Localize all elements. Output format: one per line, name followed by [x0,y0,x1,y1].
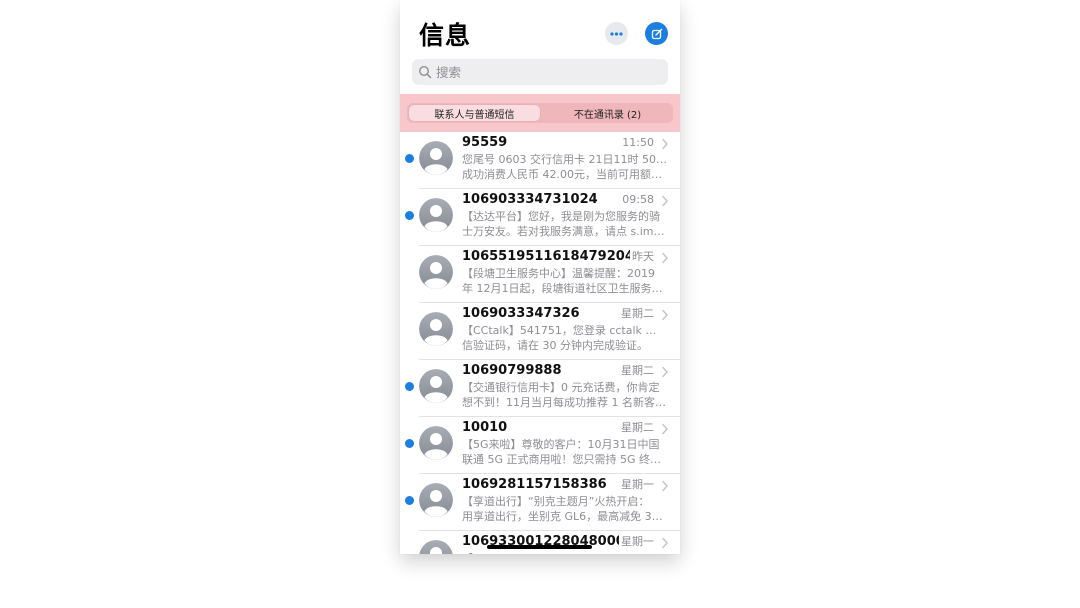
avatar [419,198,453,232]
message-preview: 【段塘卫生服务中心】温馨提醒：2019 年 12月1日起，段塘街道社区卫生服务… [462,266,667,296]
chevron-right-icon [661,366,669,378]
preview-line-2: 想不到！11月当月每成功推荐 1 名新客… [462,396,666,409]
message-preview: 【享道出行】“别克主题月”火热开启： 用享道出行，坐别克 GL6，最高减免 3… [462,494,667,524]
page-title: 信息 [419,21,472,50]
unread-indicator [405,496,414,505]
message-time: 星期一 [619,535,654,549]
message-row[interactable]: 1069281157158386 星期一 【享道出行】“别克主题月”火热开启： … [400,474,680,531]
search-bar[interactable] [412,59,668,85]
message-time: 11:50 [620,136,654,150]
sender-name: 10655195116184792041 [462,249,643,264]
preview-line-2: 信验证码，请在 30 分钟内完成验证。 [462,339,648,352]
preview-line-1: 您尾号 0603 交行信用卡 21日11时 50 分 [462,153,667,166]
chevron-right-icon [661,423,669,435]
avatar [419,426,453,460]
preview-line-2: 年 12月1日起，段塘街道社区卫生服务… [462,282,663,295]
preview-line-1: 【CCtalk】541751，您登录 cctalk 的短 [462,324,667,337]
message-row[interactable]: 10693300122804800020 星期一 【... [400,531,680,554]
unread-indicator [405,211,414,220]
home-indicator [487,545,592,549]
sender-name: 106903334731024 [462,192,598,207]
message-time: 星期一 [619,478,654,492]
more-button[interactable] [605,22,628,45]
preview-line-2: 士万安友。若对我服务满意，请点 s.im… [462,225,665,238]
chevron-right-icon [661,138,669,150]
ellipsis-icon [610,31,623,36]
message-preview: 您尾号 0603 交行信用卡 21日11时 50 分 成功消费人民币 42.00… [462,152,667,182]
filter-segment-bar: 联系人与普通短信 不在通讯录 (2) [400,94,680,132]
message-preview: 【达达平台】您好，我是刚为您服务的骑 士万安友。若对我服务满意，请点 s.im… [462,209,667,239]
message-row[interactable]: 106903334731024 09:58 【达达平台】您好，我是刚为您服务的骑… [400,189,680,246]
chevron-right-icon [661,195,669,207]
message-time: 星期二 [619,364,654,378]
avatar [419,540,453,554]
preview-line-2: 成功消费人民币 42.00元，当前可用额… [462,168,662,181]
chevron-right-icon [661,309,669,321]
preview-line-1: 【交通银行信用卡】0 元充话费，你肯定 [462,381,660,394]
avatar [419,141,453,175]
sender-name: 1069281157158386 [462,477,607,492]
person-icon [419,426,453,460]
message-row[interactable]: 95559 11:50 您尾号 0603 交行信用卡 21日11时 50 分 成… [400,132,680,189]
sender-name: 10690799888 [462,363,562,378]
preview-line-2: 联通 5G 正式商用啦！您只需持 5G 终… [462,453,662,466]
preview-line-1: 【... [462,551,667,554]
message-preview: 【CCtalk】541751，您登录 cctalk 的短 信验证码，请在 30 … [462,323,667,353]
message-preview: 【... [462,551,667,554]
message-time: 星期二 [619,421,654,435]
avatar [419,369,453,403]
person-icon [419,483,453,517]
unread-indicator [405,439,414,448]
compose-button[interactable] [645,22,668,45]
person-icon [419,255,453,289]
unread-indicator [405,154,414,163]
preview-line-1: 【段塘卫生服务中心】温馨提醒：2019 [462,267,655,280]
chevron-right-icon [661,480,669,492]
sender-name: 95559 [462,135,508,150]
header: 信息 [400,0,680,94]
preview-line-2: 用享道出行，坐别克 GL6，最高减免 3… [462,510,663,523]
message-preview: 【交通银行信用卡】0 元充话费，你肯定 想不到！11月当月每成功推荐 1 名新客… [462,380,667,410]
preview-line-1: 【5G来啦】尊敬的客户：10月31日中国 [462,438,660,451]
segment-unknown-senders[interactable]: 不在通讯录 (2) [542,103,673,123]
compose-icon [651,28,662,39]
search-input[interactable] [436,64,656,80]
avatar [419,483,453,517]
person-icon [419,369,453,403]
preview-line-1: 【享道出行】“别克主题月”火热开启： [462,495,650,508]
sender-name: 1069033347326 [462,306,580,321]
unread-indicator [405,382,414,391]
message-row[interactable]: 10690799888 星期二 【交通银行信用卡】0 元充话费，你肯定 想不到！… [400,360,680,417]
person-icon [419,141,453,175]
message-list: 95559 11:50 您尾号 0603 交行信用卡 21日11时 50 分 成… [400,132,680,554]
segment-contacts[interactable]: 联系人与普通短信 [409,105,540,121]
phone-screen: 信息 联系人与普通短信 [400,0,680,554]
message-preview: 【5G来啦】尊敬的客户：10月31日中国 联通 5G 正式商用啦！您只需持 5G… [462,437,667,467]
message-time: 昨天 [630,250,654,264]
message-time: 星期二 [619,307,654,321]
message-row[interactable]: 10655195116184792041 昨天 【段塘卫生服务中心】温馨提醒：2… [400,246,680,303]
preview-line-1: 【达达平台】您好，我是刚为您服务的骑 [462,210,660,223]
avatar [419,312,453,346]
sender-name: 10010 [462,420,508,435]
segmented-control: 联系人与普通短信 不在通讯录 (2) [407,103,673,123]
message-time: 09:58 [620,193,654,207]
chevron-right-icon [661,252,669,264]
search-icon [418,65,432,79]
person-icon [419,198,453,232]
message-row[interactable]: 10010 星期二 【5G来啦】尊敬的客户：10月31日中国 联通 5G 正式商… [400,417,680,474]
chevron-right-icon [661,537,669,549]
person-icon [419,540,453,554]
message-row[interactable]: 1069033347326 星期二 【CCtalk】541751，您登录 cct… [400,303,680,360]
person-icon [419,312,453,346]
avatar [419,255,453,289]
